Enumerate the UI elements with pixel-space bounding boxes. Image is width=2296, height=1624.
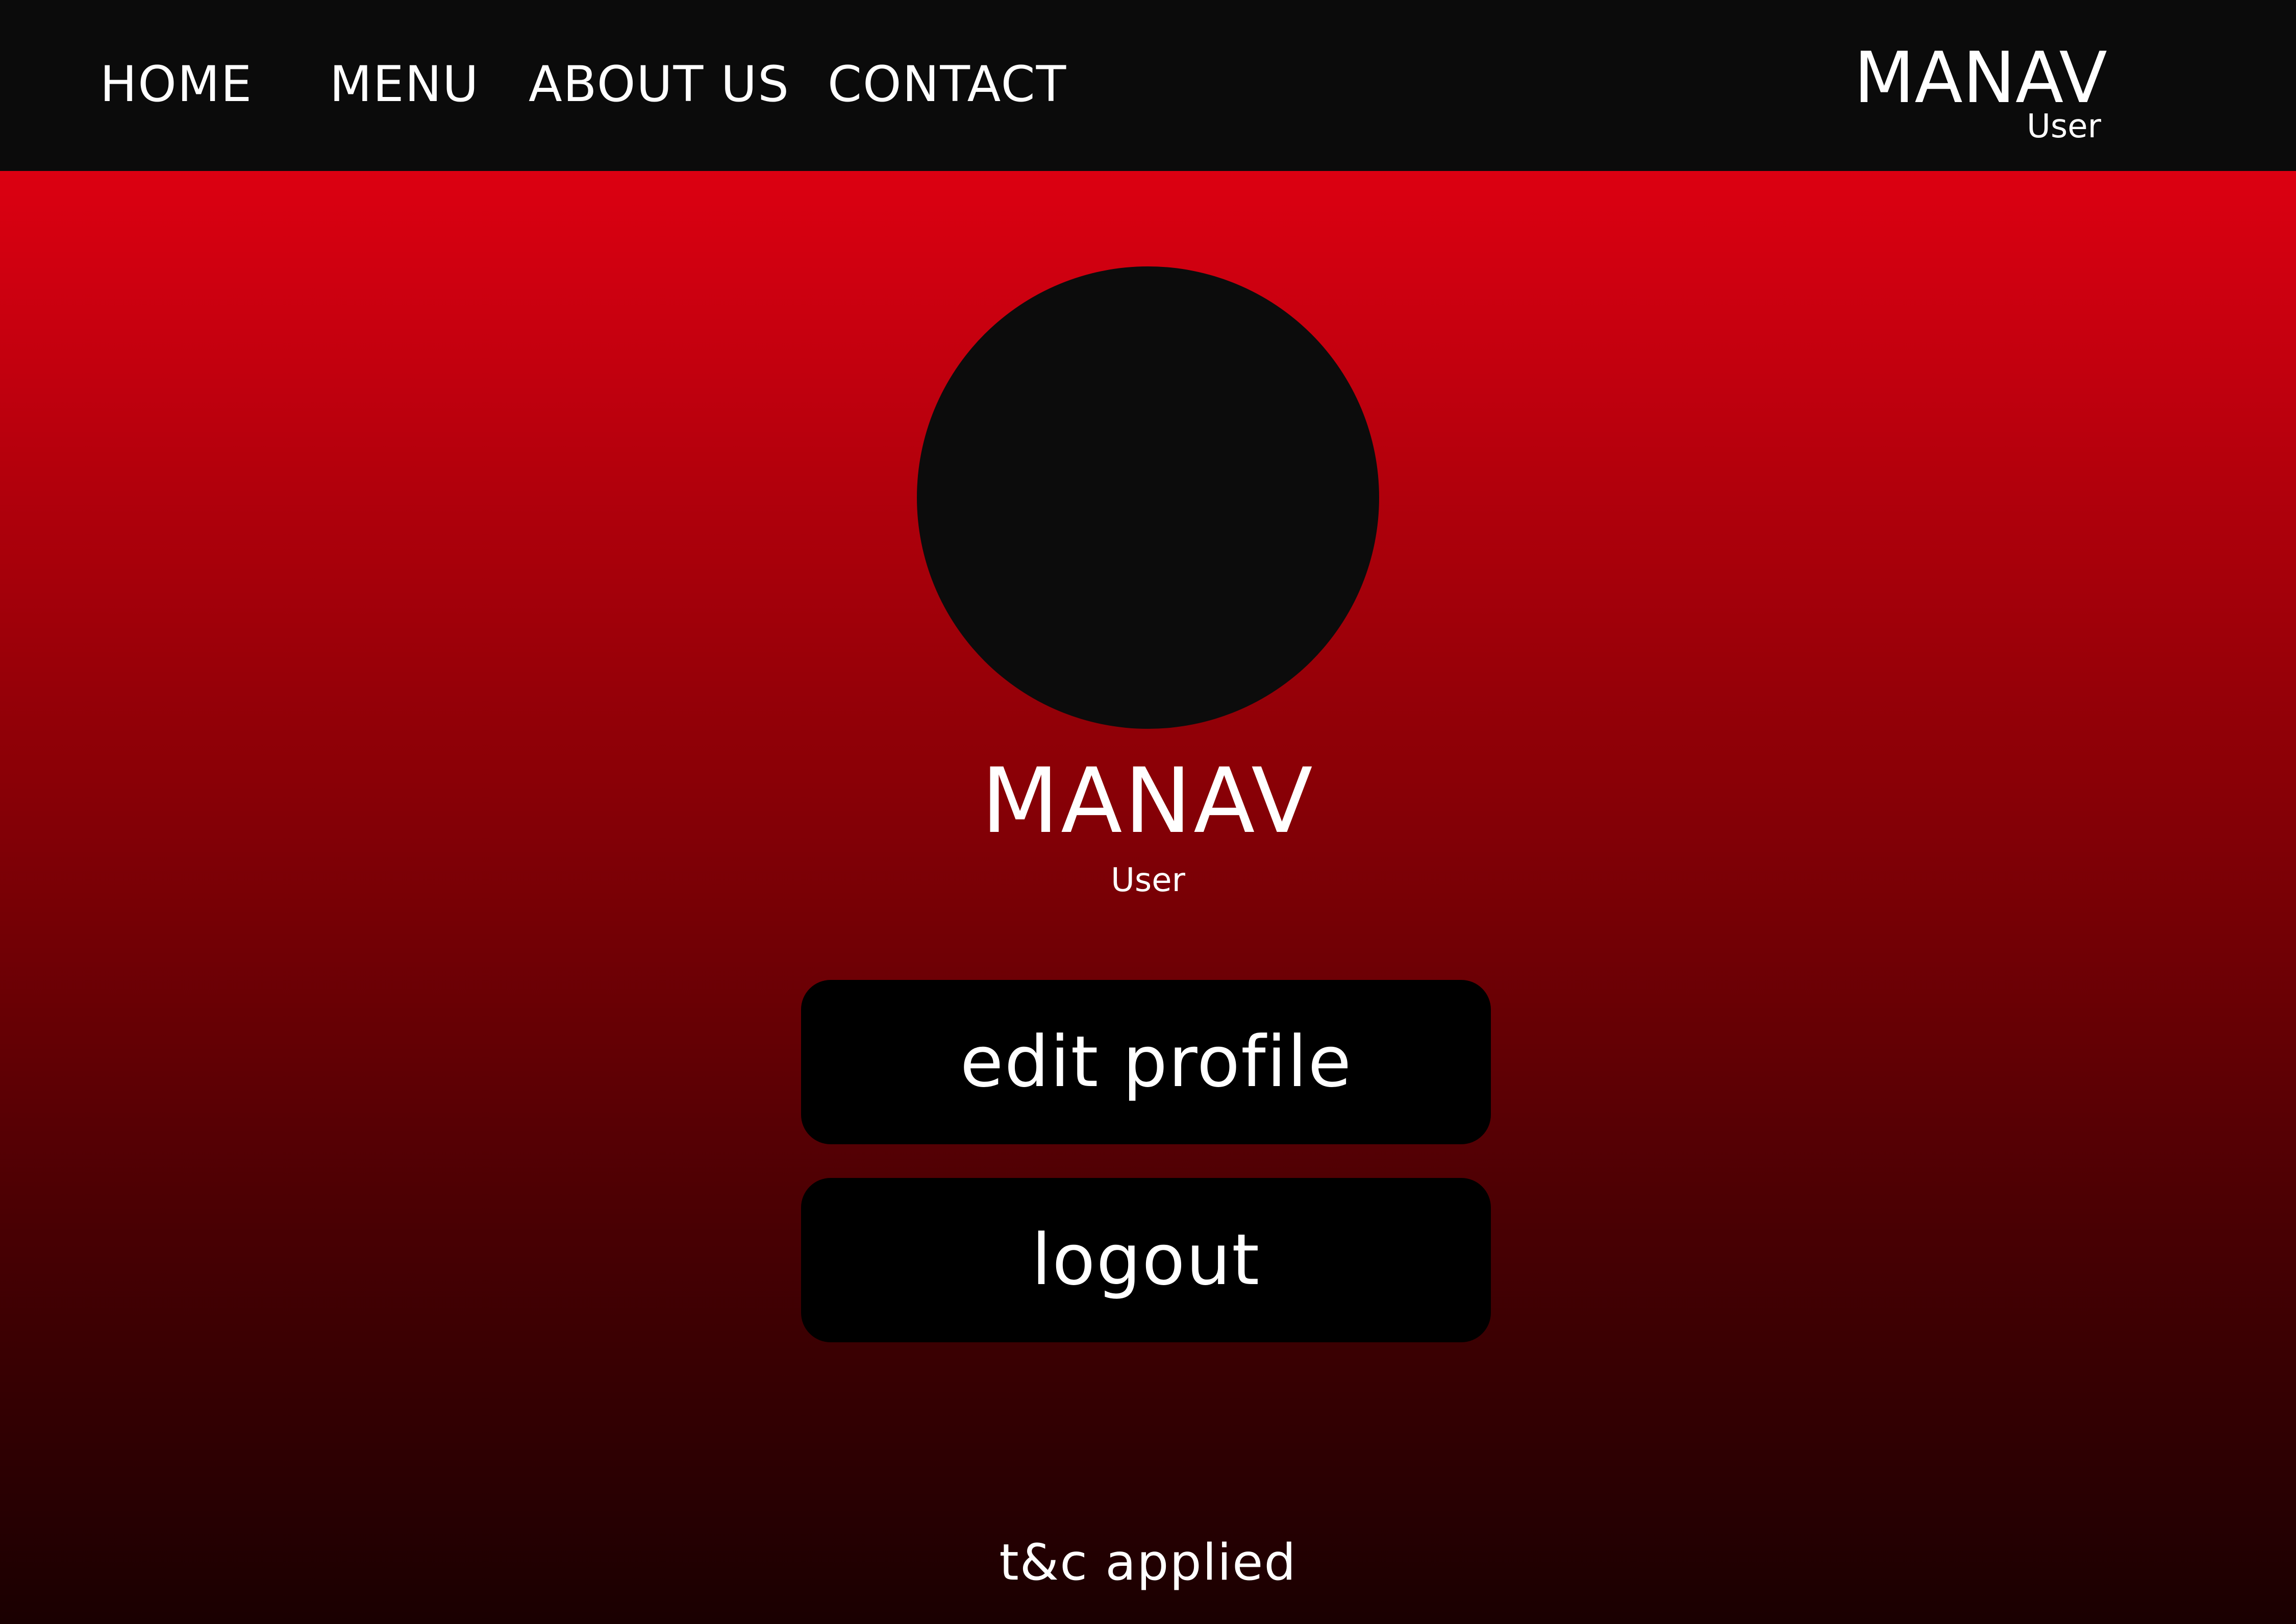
profile-name: MANAV <box>981 749 1315 853</box>
edit-profile-button[interactable]: edit profile <box>801 980 1491 1144</box>
profile-role: User <box>1111 862 1185 899</box>
logout-button[interactable]: logout <box>801 1178 1491 1342</box>
edit-profile-label: edit profile <box>960 1021 1353 1103</box>
profile-page: HOME MENU ABOUT US CONTACT MANAV User MA… <box>0 0 2296 1624</box>
top-navigation-bar: HOME MENU ABOUT US CONTACT MANAV User <box>0 0 2296 171</box>
user-account-badge[interactable]: MANAV User <box>1854 40 2133 152</box>
nav-item-contact[interactable]: CONTACT <box>828 54 1067 115</box>
nav-item-menu[interactable]: MENU <box>330 54 480 115</box>
user-badge-name: MANAV <box>1854 37 2107 119</box>
avatar <box>917 266 1379 729</box>
user-badge-role: User <box>2027 108 2101 145</box>
terms-note: t&c applied <box>999 1534 1297 1592</box>
logout-label: logout <box>1031 1219 1261 1301</box>
nav-item-about-us[interactable]: ABOUT US <box>529 54 790 115</box>
nav-item-home[interactable]: HOME <box>100 54 253 115</box>
